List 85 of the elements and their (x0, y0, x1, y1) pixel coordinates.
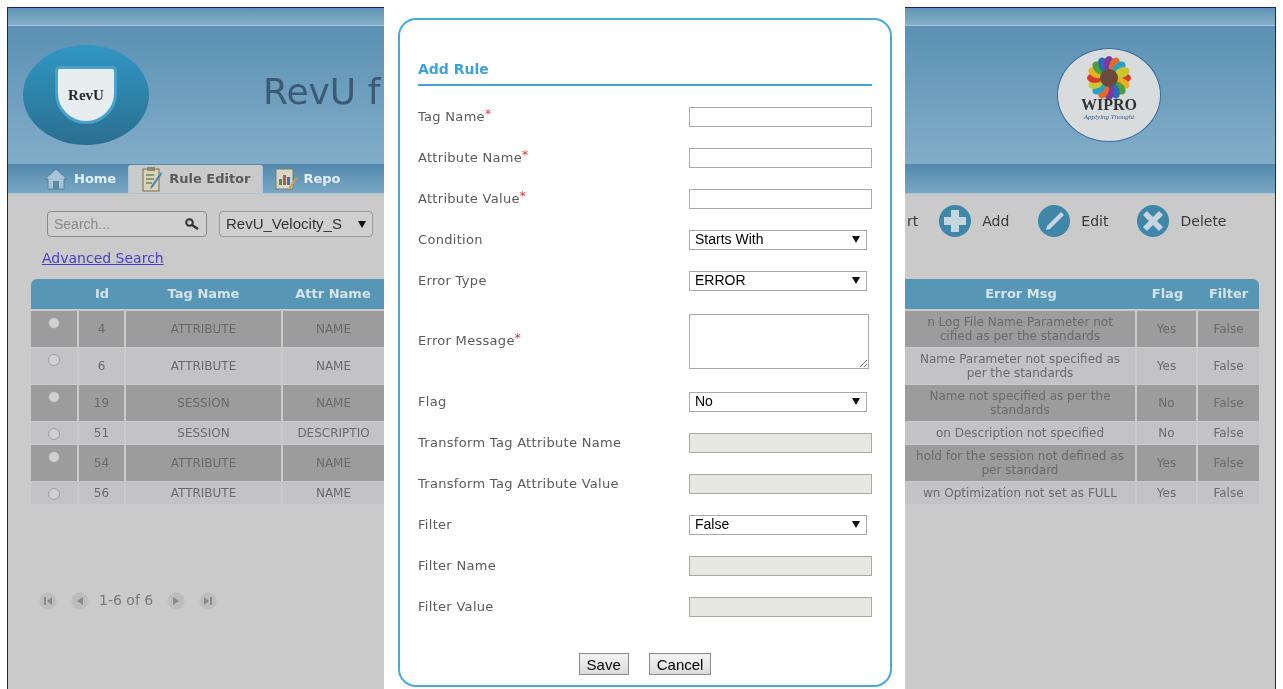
caret-icon (852, 277, 860, 284)
advanced-search-link[interactable]: Advanced Search (42, 248, 164, 269)
field-label: Attribute Value (418, 189, 520, 208)
dialog-button[interactable]: Save (578, 653, 629, 675)
radio-button[interactable] (48, 451, 60, 463)
page-count: 1-6 of 6 (99, 591, 154, 610)
table-cell: ATTRIBUTE (126, 348, 281, 384)
radio-button[interactable] (48, 488, 60, 500)
field-label: Filter Value (418, 597, 494, 616)
dropdown[interactable]: Starts With (689, 229, 867, 250)
caret-icon (852, 521, 860, 528)
app-title: RevU f (263, 70, 381, 114)
dialog-title: Add Rule (418, 61, 489, 77)
column-header: Id (94, 285, 110, 304)
next-page-icon[interactable] (167, 591, 186, 610)
field-label: Flag (418, 392, 447, 411)
toolbar-button[interactable]: rt (907, 210, 919, 232)
radio-button[interactable] (48, 391, 60, 403)
field-label: Filter Name (418, 556, 496, 575)
column-header: Filter (1208, 285, 1249, 304)
toolbar-button[interactable]: Add (938, 204, 1010, 238)
radio-button[interactable] (48, 428, 60, 440)
search-field[interactable]: Search... (47, 211, 207, 237)
nav-tab[interactable]: Rule Editor (128, 165, 264, 193)
search-icon (185, 218, 199, 230)
field-label: Attribute Name (418, 148, 523, 167)
table-cell: False (1198, 422, 1259, 444)
cross-circle-icon (1136, 204, 1171, 238)
table-cell: ATTRIBUTE (126, 482, 281, 504)
clipboard-icon (141, 166, 164, 192)
table-cell: NAME (283, 482, 384, 504)
column-header: Error Msg (985, 285, 1057, 304)
field-label: Condition (418, 230, 483, 249)
table-cell: SESSION (126, 422, 281, 444)
field-label: Filter (418, 515, 452, 534)
column-header: Attr Name (295, 285, 371, 304)
house-icon (44, 168, 68, 190)
plus-circle-icon (938, 204, 973, 238)
dialog-button[interactable]: Cancel (648, 653, 712, 675)
radio-button[interactable] (48, 317, 60, 329)
field-label: Transform Tag Attribute Name (418, 433, 622, 452)
field-label: Error Type (418, 271, 487, 290)
required-mark: * (514, 330, 521, 346)
last-page-icon[interactable] (199, 591, 218, 610)
field-label: Transform Tag Attribute Value (418, 474, 619, 493)
text-input[interactable] (689, 147, 872, 168)
field-label: Tag Name (418, 107, 485, 126)
pencil-circle-icon (1037, 204, 1072, 238)
column-header: Flag (1151, 285, 1184, 304)
logo-text: RevU (68, 85, 104, 105)
table-cell: No (1137, 422, 1196, 444)
message-input[interactable] (689, 313, 869, 369)
table-cell: False (1198, 482, 1259, 504)
dropdown[interactable]: False (689, 514, 867, 535)
caret-icon (852, 398, 860, 405)
column-header: Tag Name (167, 285, 240, 304)
previous-page-icon[interactable] (71, 591, 89, 610)
table-cell: False (1198, 348, 1259, 384)
table-cell: wn Optimization not set as FULL (905, 482, 1135, 504)
text-input[interactable] (689, 106, 872, 127)
toolbar-button[interactable]: Edit (1037, 204, 1109, 238)
ruleset-dropdown[interactable]: RevU_Velocity_S (219, 211, 373, 237)
logo-text: WIPRO (1081, 97, 1137, 113)
toolbar-button[interactable]: Delete (1136, 204, 1227, 238)
table-cell: Yes (1137, 482, 1196, 504)
text-input[interactable] (689, 188, 872, 209)
radio-button[interactable] (48, 354, 60, 366)
table-cell: DESCRIPTIO (283, 422, 384, 444)
table-cell: NAME (283, 348, 384, 384)
caret-icon (358, 220, 366, 228)
table-cell: 56 (79, 482, 124, 504)
required-mark: * (522, 146, 529, 164)
dropdown[interactable]: No (689, 391, 867, 412)
dropdown[interactable]: ERROR (689, 270, 867, 291)
caret-icon (852, 236, 860, 243)
first-page-icon[interactable] (39, 591, 57, 610)
required-mark: * (484, 105, 491, 123)
field-label: Error Message (418, 332, 515, 351)
report-icon (275, 167, 298, 191)
table-cell: 51 (79, 422, 124, 444)
table-cell: Yes (1137, 348, 1196, 384)
required-mark: * (519, 187, 526, 205)
table-cell: Name Parameter not specified as per the standards (905, 348, 1135, 384)
table-cell: on Description not specified (905, 422, 1135, 444)
table-cell: 6 (79, 348, 124, 384)
